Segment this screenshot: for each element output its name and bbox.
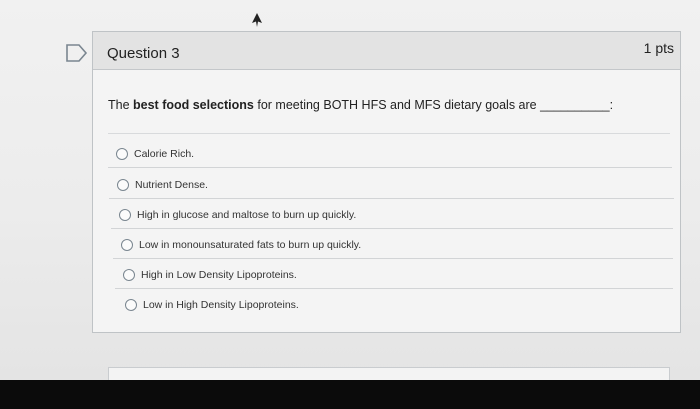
answer-option[interactable]: Low in monounsaturated fats to burn up q… [113, 231, 673, 259]
question-prompt: The best food selections for meeting BOT… [108, 98, 613, 112]
prompt-divider [108, 133, 670, 134]
screen-bezel [0, 380, 700, 409]
answer-label: Nutrient Dense. [135, 178, 208, 191]
question-card: Question 3 1 pts The best food selection… [92, 31, 681, 333]
answer-label: High in glucose and maltose to burn up q… [137, 208, 357, 221]
radio-button[interactable] [117, 178, 129, 191]
question-header: Question 3 1 pts [93, 32, 680, 70]
answer-label: Low in monounsaturated fats to burn up q… [139, 238, 362, 251]
prompt-text-start: The [108, 98, 134, 112]
question-title: Question 3 [107, 45, 180, 62]
answer-label: High in Low Density Lipoproteins. [141, 268, 297, 281]
radio-button[interactable] [119, 208, 131, 221]
flag-icon[interactable] [66, 44, 88, 62]
radio-button[interactable] [123, 268, 135, 281]
prompt-text-end: for meeting BOTH HFS and MFS dietary goa… [253, 98, 614, 112]
mouse-cursor-icon [252, 13, 262, 27]
answer-option[interactable]: High in Low Density Lipoproteins. [115, 261, 673, 289]
prompt-bold-text: best food selections [133, 98, 254, 112]
answer-label: Calorie Rich. [134, 147, 195, 160]
next-question-card [108, 367, 670, 381]
question-points: 1 pts [643, 40, 674, 56]
radio-button[interactable] [121, 238, 133, 251]
answer-option[interactable]: High in glucose and maltose to burn up q… [111, 201, 673, 229]
quiz-page: Question 3 1 pts The best food selection… [0, 0, 700, 381]
radio-button[interactable] [125, 299, 137, 311]
radio-button[interactable] [116, 147, 128, 160]
answer-label: Low in High Density Lipoproteins. [143, 299, 299, 311]
answer-option[interactable]: Low in High Density Lipoproteins. [117, 291, 673, 319]
answer-option[interactable]: Nutrient Dense. [109, 171, 674, 199]
answer-option[interactable]: Calorie Rich. [108, 140, 672, 168]
